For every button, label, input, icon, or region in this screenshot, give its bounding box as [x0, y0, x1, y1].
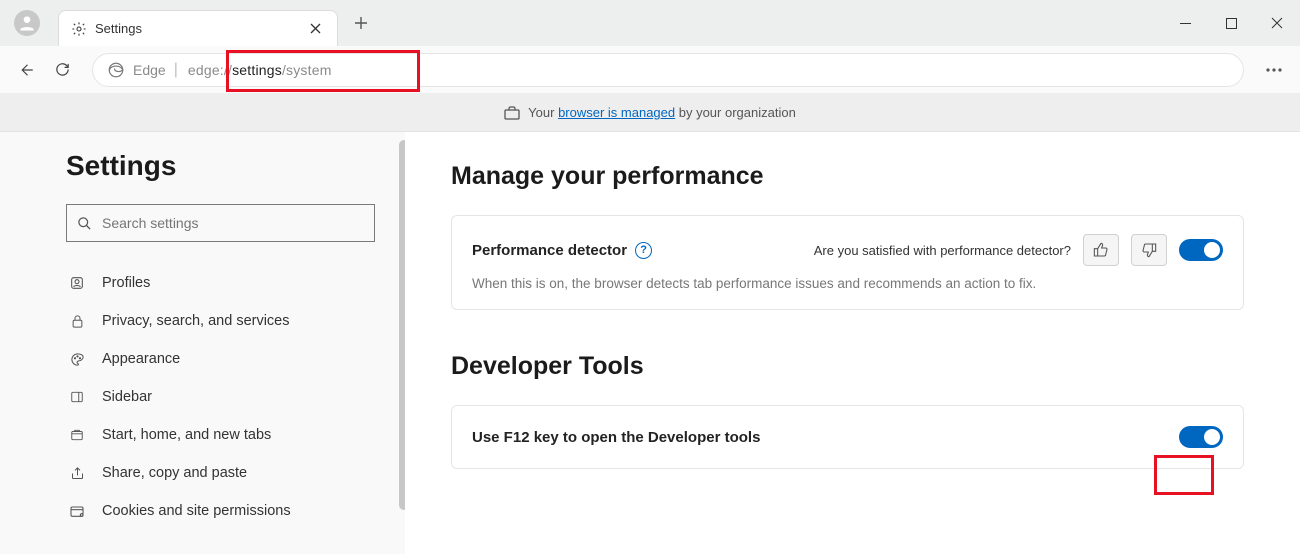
sidebar-item-label: Sidebar: [102, 389, 152, 405]
sidebar-item-privacy[interactable]: Privacy, search, and services: [66, 302, 375, 340]
tabs-icon: [69, 428, 85, 442]
maximize-icon: [1226, 18, 1237, 29]
search-input[interactable]: [102, 215, 364, 231]
window-controls: [1162, 0, 1300, 46]
sidebar-icon: [69, 390, 85, 404]
sidebar-item-label: Profiles: [102, 275, 150, 291]
browser-tab[interactable]: Settings: [58, 10, 338, 46]
gear-icon: [71, 21, 87, 37]
managed-banner: Your browser is managed by your organiza…: [0, 94, 1300, 132]
cookie-icon: [69, 503, 85, 519]
sidebar-item-label: Start, home, and new tabs: [102, 427, 271, 443]
feedback-question: Are you satisfied with performance detec…: [814, 243, 1071, 258]
managed-link[interactable]: browser is managed: [558, 105, 675, 120]
section-heading-devtools: Developer Tools: [451, 352, 1244, 381]
sidebar-item-profiles[interactable]: Profiles: [66, 264, 375, 302]
plus-icon: [354, 16, 368, 30]
managed-suffix: by your organization: [675, 105, 796, 120]
sidebar-item-start[interactable]: Start, home, and new tabs: [66, 416, 375, 454]
f12-toggle[interactable]: [1179, 426, 1223, 448]
close-icon: [1271, 17, 1283, 29]
minimize-button[interactable]: [1162, 7, 1208, 39]
titlebar: Settings: [0, 0, 1300, 46]
minimize-icon: [1180, 18, 1191, 29]
info-icon[interactable]: ?: [635, 242, 652, 259]
profile-icon: [69, 275, 85, 291]
f12-card: Use F12 key to open the Developer tools: [451, 405, 1244, 469]
profile-avatar[interactable]: [14, 10, 40, 36]
performance-detector-card: Performance detector ? Are you satisfied…: [451, 215, 1244, 310]
settings-sidebar: Settings Profiles Privacy, search, and s…: [0, 132, 405, 554]
perf-detector-toggle[interactable]: [1179, 239, 1223, 261]
sidebar-item-cookies[interactable]: Cookies and site permissions: [66, 492, 375, 530]
url-brand: Edge: [133, 62, 166, 78]
edge-logo-icon: [107, 61, 125, 79]
settings-search[interactable]: [66, 204, 375, 242]
sidebar-item-label: Share, copy and paste: [102, 465, 247, 481]
address-bar[interactable]: Edge | edge://settings/system: [92, 53, 1244, 87]
person-icon: [17, 13, 37, 33]
refresh-button[interactable]: [44, 52, 80, 88]
new-tab-button[interactable]: [346, 8, 376, 38]
palette-icon: [69, 352, 86, 367]
f12-card-title: Use F12 key to open the Developer tools: [472, 429, 760, 446]
content-area: Settings Profiles Privacy, search, and s…: [0, 132, 1300, 554]
share-icon: [70, 466, 85, 481]
url-text: edge://settings/system: [188, 62, 332, 78]
maximize-button[interactable]: [1208, 7, 1254, 39]
search-icon: [77, 216, 92, 231]
sidebar-item-appearance[interactable]: Appearance: [66, 340, 375, 378]
ellipsis-icon: [1266, 68, 1282, 72]
close-window-button[interactable]: [1254, 7, 1300, 39]
sidebar-item-share[interactable]: Share, copy and paste: [66, 454, 375, 492]
perf-card-desc: When this is on, the browser detects tab…: [472, 276, 1223, 291]
sidebar-item-label: Appearance: [102, 351, 180, 367]
thumbs-up-button[interactable]: [1083, 234, 1119, 266]
tab-close-button[interactable]: [303, 17, 327, 41]
menu-button[interactable]: [1256, 52, 1292, 88]
url-separator: |: [174, 61, 178, 79]
tab-title: Settings: [95, 21, 303, 36]
settings-nav: Profiles Privacy, search, and services A…: [66, 264, 375, 530]
lock-icon: [70, 313, 85, 330]
perf-card-title: Performance detector ?: [472, 242, 652, 259]
perf-feedback-group: Are you satisfied with performance detec…: [814, 234, 1223, 266]
arrow-left-icon: [17, 61, 35, 79]
thumbs-up-icon: [1093, 242, 1109, 258]
briefcase-icon: [504, 106, 520, 120]
section-heading-performance: Manage your performance: [451, 162, 1244, 191]
sidebar-item-label: Cookies and site permissions: [102, 503, 291, 519]
settings-heading: Settings: [66, 150, 375, 182]
managed-prefix: Your: [528, 105, 558, 120]
refresh-icon: [54, 61, 71, 78]
thumbs-down-icon: [1141, 242, 1157, 258]
close-icon: [310, 23, 321, 34]
settings-main: Manage your performance Performance dete…: [405, 132, 1300, 554]
sidebar-item-label: Privacy, search, and services: [102, 313, 290, 329]
sidebar-item-sidebar[interactable]: Sidebar: [66, 378, 375, 416]
perf-card-title-text: Performance detector: [472, 242, 627, 259]
thumbs-down-button[interactable]: [1131, 234, 1167, 266]
back-button[interactable]: [8, 52, 44, 88]
toolbar: Edge | edge://settings/system: [0, 46, 1300, 94]
